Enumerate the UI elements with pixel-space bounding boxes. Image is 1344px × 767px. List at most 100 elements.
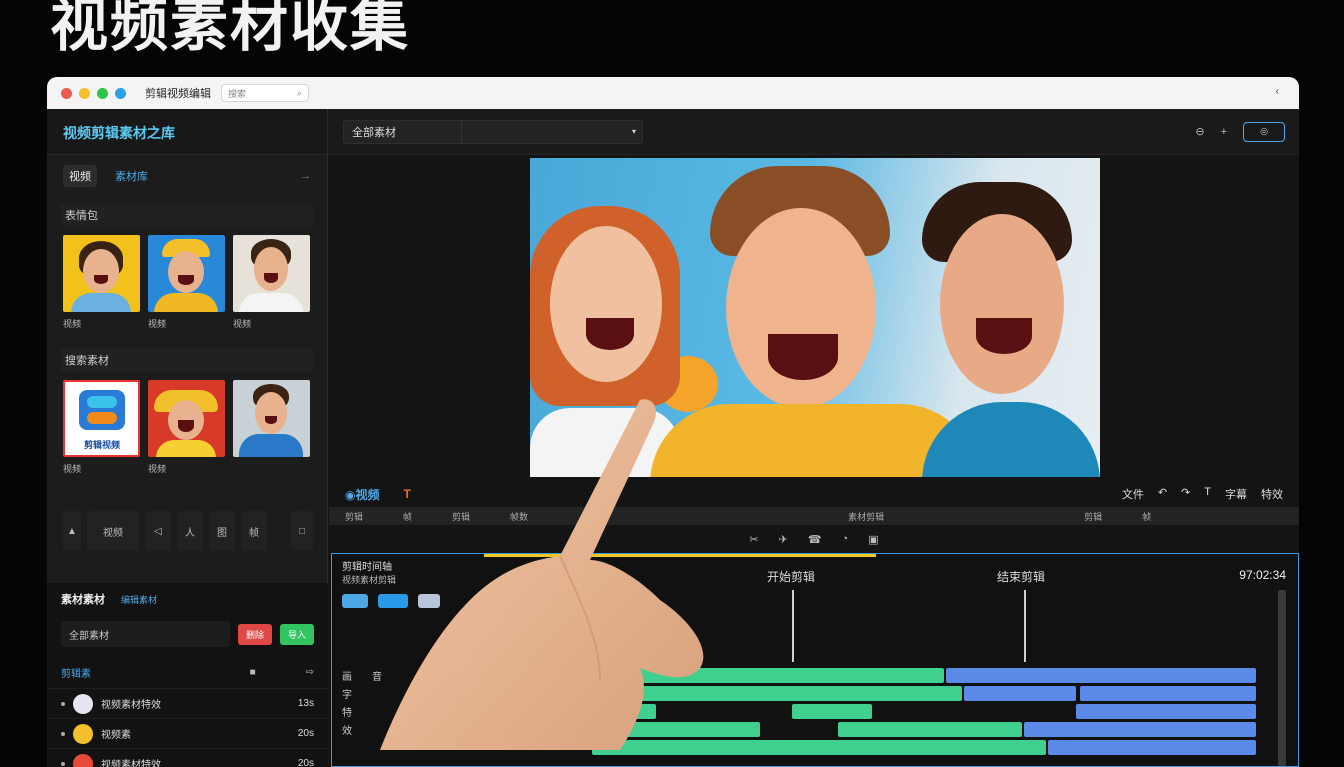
ruler-label: 帧数 — [510, 510, 528, 523]
thumb-caption: 视频 — [233, 317, 310, 330]
media-thumb[interactable]: 视频 — [63, 235, 140, 330]
timeline-scrollbar[interactable] — [1278, 590, 1286, 766]
track-labels: 画音 字 特 效 — [342, 666, 402, 738]
delete-button[interactable]: 删除 — [238, 624, 272, 645]
extra-window-button[interactable] — [115, 88, 126, 99]
thumb-caption: 视频 — [148, 317, 225, 330]
phone-icon[interactable]: ☎ — [808, 533, 822, 546]
timeline-buttons — [342, 594, 440, 608]
arrow-right-icon[interactable]: → — [300, 170, 311, 182]
track-lock-button[interactable] — [418, 594, 440, 608]
zoom-out-icon[interactable]: ⊖ — [1195, 125, 1204, 138]
timeline-sub: 视频素材剪辑 — [342, 573, 396, 586]
back-icon[interactable]: ◁ — [145, 511, 171, 551]
clip-bar[interactable] — [592, 668, 944, 683]
clip-bar[interactable] — [1024, 722, 1256, 737]
send-icon[interactable]: ✈ — [779, 533, 788, 546]
clock-icon[interactable]: ◔ — [842, 533, 849, 545]
list-title: 剪辑素 — [61, 665, 91, 680]
clip-bar[interactable] — [632, 686, 962, 701]
clip-bar[interactable] — [572, 704, 656, 719]
image-icon[interactable]: 图 — [209, 511, 235, 551]
list-item[interactable]: 视频素材特效 13s — [47, 688, 328, 718]
subtitle-button[interactable]: 字幕 — [1225, 486, 1247, 502]
library-header: 素材素材 编辑素材 — [47, 583, 328, 615]
source-select[interactable]: 全部素材 ▾ — [343, 120, 643, 144]
track-label: 画 — [342, 668, 352, 683]
media-thumb[interactable]: 视频 — [233, 235, 310, 330]
list-item[interactable]: 视频素材特效 20s — [47, 748, 328, 767]
track-toggle-button[interactable] — [342, 594, 368, 608]
playhead-start[interactable] — [792, 590, 794, 662]
thumb-caption: 视频 — [63, 317, 140, 330]
clip-bar[interactable] — [946, 668, 1256, 683]
clip-bar[interactable] — [612, 722, 760, 737]
clip-bar[interactable] — [838, 722, 1022, 737]
title-search-value: 搜索 — [228, 87, 246, 100]
tool-video[interactable]: 视频 — [87, 511, 139, 551]
person-icon[interactable]: 人 — [177, 511, 203, 551]
text-tool-icon[interactable]: T — [403, 487, 410, 501]
playhead-end[interactable] — [1024, 590, 1026, 662]
track-label: 特 — [342, 704, 352, 719]
marker-start: 开始剪辑 — [767, 568, 815, 585]
left-panel: 视频剪辑素材之库 视频 素材库 → 表情包 视频 — [47, 109, 328, 767]
section-title-search: 搜索素材 — [61, 348, 313, 372]
text-icon[interactable]: T — [1204, 486, 1211, 502]
library-panel: 素材素材 编辑素材 全部素材 删除 导入 剪辑素 ■ ⇨ 视频素材特效 13s — [47, 583, 328, 767]
clip-bar[interactable] — [1080, 686, 1256, 701]
up-icon[interactable]: ▲ — [63, 511, 81, 551]
import-button[interactable]: 导入 — [280, 624, 314, 645]
brand-title: 视频剪辑素材之库 — [47, 109, 327, 155]
track-mode-button[interactable] — [378, 594, 408, 608]
redo-icon[interactable]: ↷ — [1181, 486, 1190, 502]
square-icon[interactable]: □ — [291, 511, 313, 551]
clip-bar[interactable] — [964, 686, 1076, 701]
clip-bar[interactable] — [592, 740, 1046, 755]
undo-icon[interactable]: ↶ — [1158, 486, 1167, 502]
zoom-window-button[interactable] — [97, 88, 108, 99]
library-title: 素材素材 — [61, 591, 105, 607]
clip-bar[interactable] — [1048, 740, 1256, 755]
left-tabs: 视频 素材库 → — [47, 155, 327, 197]
avatar — [73, 694, 93, 714]
title-search-input[interactable]: 搜索 ⌕ — [221, 84, 309, 102]
clip-bar[interactable] — [1076, 704, 1256, 719]
minimize-window-button[interactable] — [79, 88, 90, 99]
logo-thumb[interactable]: 剪辑视频 视频 — [63, 380, 140, 475]
left-toolbar: ▲ 视频 ◁ 人 图 帧 □ — [63, 511, 313, 551]
clip-bar[interactable] — [792, 704, 872, 719]
video-preview[interactable] — [530, 158, 1100, 477]
frame-icon[interactable]: 帧 — [241, 511, 267, 551]
list-item[interactable]: 视频素 20s — [47, 718, 328, 748]
track-label: 效 — [342, 722, 352, 737]
app-title: 剪辑视频编辑 — [145, 85, 211, 101]
item-name: 视频素 — [101, 726, 244, 741]
stop-icon[interactable]: ■ — [250, 667, 256, 678]
media-thumb[interactable] — [233, 380, 310, 475]
export-icon[interactable]: ⇨ — [306, 667, 314, 678]
file-button[interactable]: 文件 — [1122, 486, 1144, 502]
title-bar: 剪辑视频编辑 搜索 ⌕ ‹ — [47, 77, 1299, 109]
ruler-label: 帧 — [1142, 510, 1151, 523]
close-window-button[interactable] — [61, 88, 72, 99]
editor-window: 剪辑视频编辑 搜索 ⌕ ‹ 视频剪辑素材之库 视频 素材库 → 表情包 视频 — [47, 77, 1299, 767]
filter-select[interactable]: 全部素材 — [61, 621, 230, 647]
timeline[interactable]: 剪辑时间轴 视频素材剪辑 开始剪辑 结束剪辑 97:02:34 画音 字 特 效 — [331, 553, 1299, 767]
collapse-icon[interactable]: ‹ — [1276, 86, 1279, 97]
scissors-icon[interactable]: ✂ — [749, 533, 758, 546]
effects-button[interactable]: 特效 — [1261, 486, 1283, 502]
plus-icon[interactable]: + — [1221, 126, 1227, 138]
thumb-caption: 视频 — [63, 462, 140, 475]
item-size: 20s — [244, 728, 314, 739]
media-thumb[interactable]: 视频 — [148, 380, 225, 475]
record-button[interactable]: ◎ — [1243, 122, 1285, 142]
tab-video[interactable]: 视频 — [63, 165, 97, 187]
box-icon[interactable]: ▣ — [868, 533, 878, 546]
media-thumb[interactable]: 视频 — [148, 235, 225, 330]
source-select-label: 全部素材 — [344, 121, 462, 143]
list-header: 剪辑素 ■ ⇨ — [47, 653, 328, 688]
item-name: 视频素材特效 — [101, 756, 244, 767]
tab-library[interactable]: 素材库 — [109, 165, 154, 187]
main-topbar: 全部素材 ▾ ⊖ + ◎ — [329, 109, 1299, 155]
